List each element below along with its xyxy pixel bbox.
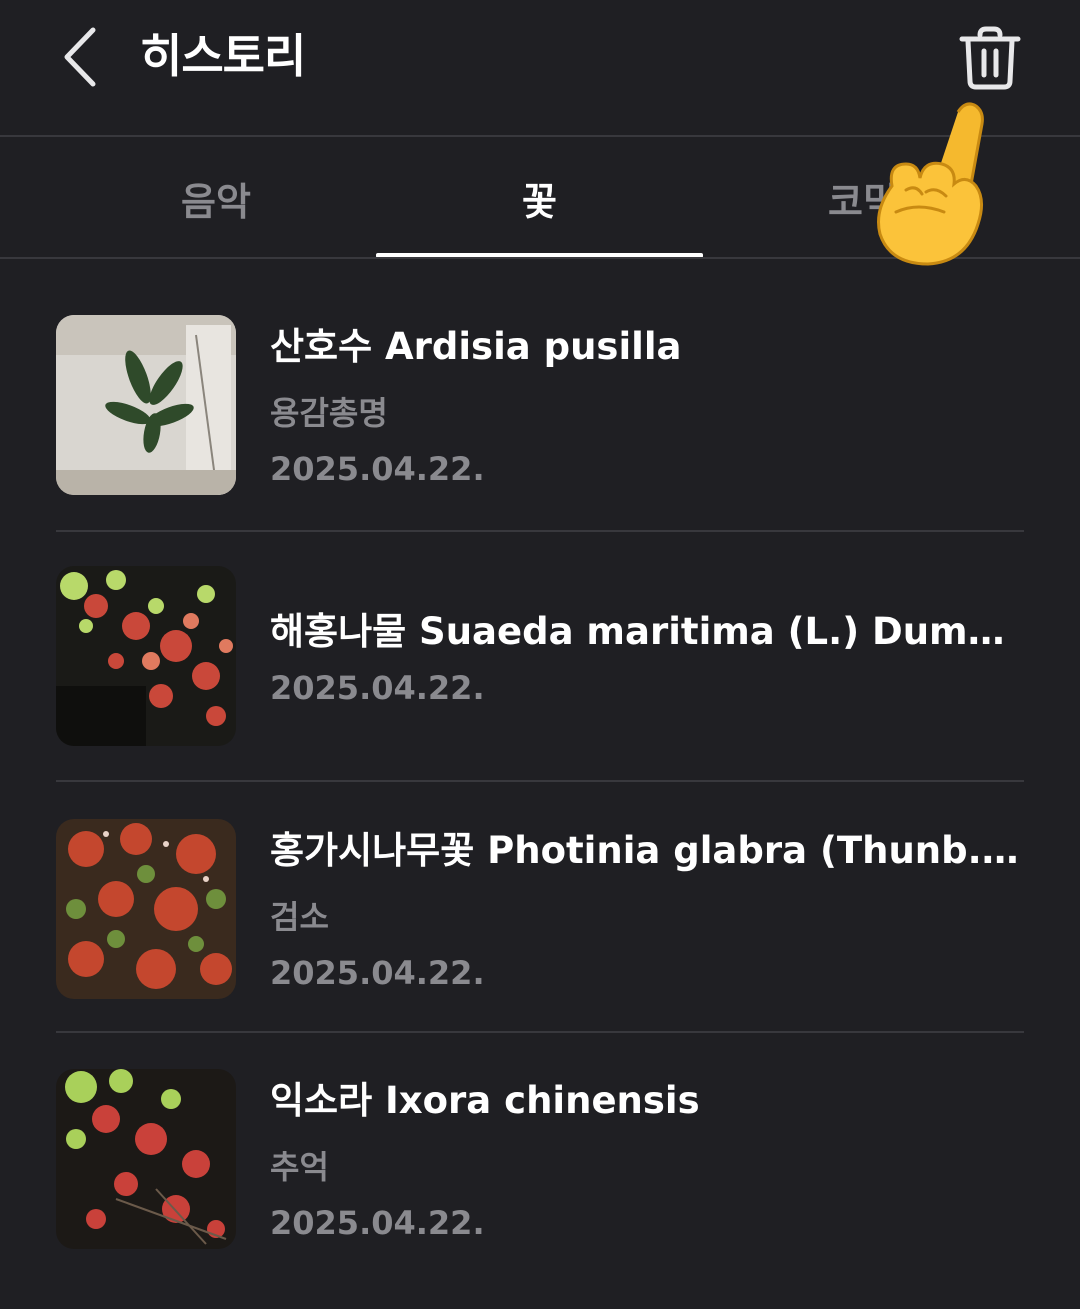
- delete-button[interactable]: [950, 18, 1030, 98]
- list-item[interactable]: 산호수 Ardisia pusilla 용감총명 2025.04.22.: [56, 315, 1024, 495]
- item-date: 2025.04.22.: [270, 954, 485, 992]
- item-subtitle: 용감총명: [270, 394, 388, 432]
- row-divider: [56, 780, 1024, 782]
- item-thumbnail: [56, 315, 236, 495]
- back-button[interactable]: [44, 22, 114, 92]
- item-name: 익소라 Ixora chinensis: [270, 1079, 700, 1122]
- row-divider: [56, 1031, 1024, 1033]
- item-thumbnail: [56, 1069, 236, 1249]
- item-thumbnail: [56, 819, 236, 999]
- item-date: 2025.04.22.: [270, 1204, 485, 1242]
- item-name: 산호수 Ardisia pusilla: [270, 325, 682, 368]
- item-name: 해홍나물 Suaeda maritima (L.) Dumort.: [270, 610, 1020, 653]
- tab-flower[interactable]: 꽃: [376, 137, 703, 259]
- item-date: 2025.04.22.: [270, 450, 485, 488]
- pointing-hand-icon: [877, 102, 984, 266]
- tab-music[interactable]: 음악: [56, 137, 376, 259]
- item-date: 2025.04.22.: [270, 669, 485, 707]
- trash-icon: [959, 26, 1021, 90]
- item-name: 홍가시나무꽃 Photinia glabra (Thunb.) Maxim.: [270, 829, 1020, 872]
- item-thumbnail: [56, 566, 236, 746]
- list-item[interactable]: 익소라 Ixora chinensis 추억 2025.04.22.: [56, 1069, 1024, 1249]
- list-item[interactable]: 홍가시나무꽃 Photinia glabra (Thunb.) Maxim. 검…: [56, 819, 1024, 999]
- list-item[interactable]: 해홍나물 Suaeda maritima (L.) Dumort. 2025.0…: [56, 566, 1024, 746]
- page-title: 히스토리: [140, 29, 306, 83]
- item-subtitle: 검소: [270, 898, 329, 936]
- chevron-left-icon: [64, 27, 96, 87]
- row-divider: [56, 530, 1024, 532]
- item-subtitle: 추억: [270, 1148, 329, 1186]
